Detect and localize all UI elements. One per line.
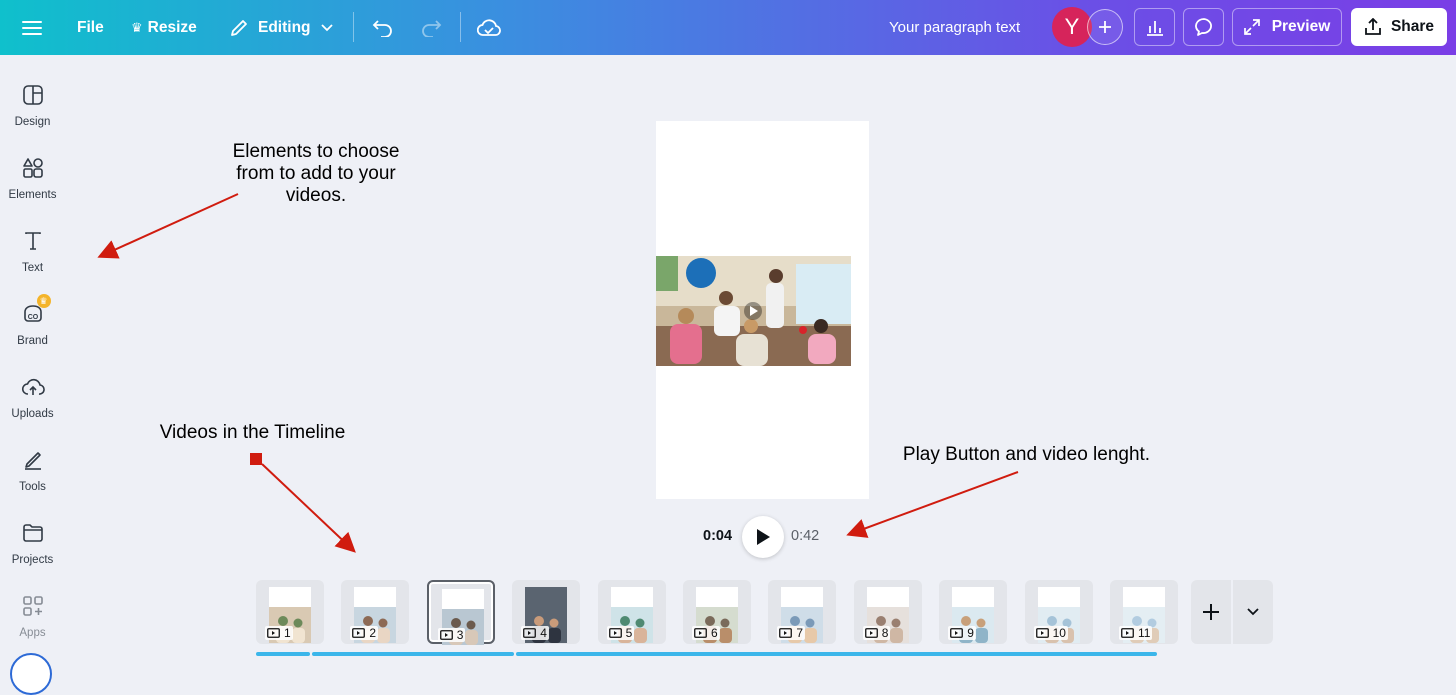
video-icon (608, 628, 622, 638)
timeline-clip[interactable]: 8 (853, 580, 922, 644)
timeline-clip[interactable]: 2 (341, 580, 410, 644)
clip-number: 3 (456, 628, 464, 642)
clip-number: 9 (967, 626, 974, 640)
video-icon (950, 628, 964, 638)
video-icon (267, 628, 280, 638)
video-icon (352, 628, 366, 638)
arrow-start-marker (250, 453, 262, 465)
timeline-clip[interactable]: 6 (683, 580, 751, 644)
add-page-button[interactable] (1191, 580, 1231, 644)
clip-number: 1 (284, 626, 291, 640)
progress-segment (516, 652, 1157, 656)
video-icon (523, 628, 537, 638)
video-icon (779, 628, 793, 638)
clip-badge: 6 (692, 626, 720, 640)
clip-badge: 2 (350, 626, 379, 640)
clip-number: 11 (1138, 626, 1151, 640)
play-button[interactable] (742, 516, 784, 558)
chevron-down-icon (1247, 608, 1259, 616)
annotation-arrows (97, 193, 1019, 553)
timeline-clip[interactable]: 4 (512, 580, 581, 644)
timeline-clip[interactable]: 7 (768, 580, 837, 644)
clip-badge: 11 (1119, 626, 1153, 640)
clip-badge: 3 (437, 628, 466, 642)
video-icon (439, 630, 453, 640)
video-icon (1121, 628, 1134, 638)
clip-badge: 8 (862, 626, 891, 640)
clip-number: 7 (796, 626, 804, 640)
clip-number: 8 (881, 626, 889, 640)
arrow-to-elements (97, 193, 239, 259)
progress-segment (256, 652, 310, 656)
clip-badge: 7 (777, 626, 806, 640)
timeline-clip[interactable]: 3 (426, 580, 495, 645)
clip-number: 6 (711, 626, 718, 640)
video-icon (694, 628, 707, 638)
current-time: 0:04 (703, 528, 733, 544)
timeline-clip[interactable]: 5 (597, 580, 666, 644)
arrow-to-playback (846, 471, 1019, 538)
clip-badge: 1 (265, 626, 293, 640)
timeline-clip[interactable]: 1 (256, 580, 324, 644)
clip-badge: 4 (521, 626, 549, 640)
timeline-clip[interactable]: 9 (939, 580, 1008, 644)
clip-badge: 5 (606, 626, 635, 640)
play-icon (755, 528, 771, 546)
clip-number: 5 (625, 626, 633, 640)
total-duration: 0:42 (791, 528, 820, 544)
clip-badge: 10 (1033, 626, 1068, 640)
timeline-options-button[interactable] (1233, 580, 1273, 644)
timeline-clip[interactable]: 11 (1110, 580, 1178, 644)
arrow-to-timeline (261, 463, 356, 553)
clip-badge: 9 (948, 626, 976, 640)
timeline-clip[interactable]: 10 (1024, 580, 1093, 644)
clip-number: 10 (1052, 626, 1066, 640)
clip-number: 2 (369, 626, 377, 640)
progress-segment (312, 652, 514, 656)
video-icon (864, 628, 878, 638)
plus-icon (1202, 603, 1220, 621)
clip-number: 4 (540, 626, 547, 640)
video-icon (1035, 628, 1049, 638)
